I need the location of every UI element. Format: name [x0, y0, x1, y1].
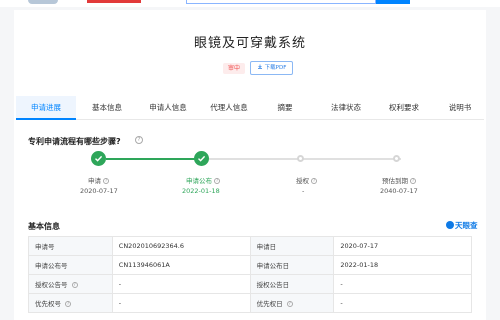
field-label-text: 优先权号: [35, 300, 61, 308]
step-label: 申请公布?: [186, 175, 220, 185]
step-grant-marker: [297, 155, 304, 162]
help-icon[interactable]: ?: [65, 301, 72, 307]
step-apply-check-icon: [91, 151, 106, 166]
step-name: 申请公布: [186, 177, 212, 185]
step-date: 2020-07-17: [80, 187, 118, 195]
top-navigation-bar: [0, 0, 500, 7]
field-label: 申请号: [28, 236, 113, 256]
field-label-text: 授权公告号: [35, 281, 68, 289]
step-label: 预估到期?: [382, 175, 416, 185]
search-button[interactable]: [376, 0, 410, 4]
help-icon[interactable]: ?: [410, 178, 416, 184]
step-expiry-marker: [393, 155, 400, 162]
field-value: -: [333, 274, 472, 294]
field-value: -: [333, 293, 472, 313]
field-label: 申请公布号: [28, 255, 113, 275]
table-row: 申请公布号 CN113946061A 申请公布日 2022-01-18: [28, 255, 472, 275]
field-label: 申请公布日: [249, 255, 335, 275]
field-value: -: [111, 293, 251, 313]
help-icon[interactable]: ?: [103, 178, 109, 184]
field-value: CN113946061A: [111, 255, 251, 275]
help-icon[interactable]: ?: [71, 282, 78, 288]
search-input[interactable]: [186, 0, 376, 4]
table-row: 授权公告号 ? - 授权公告日 -: [28, 274, 472, 294]
table-row: 优先权号 ? - 优先权日 ? -: [28, 293, 472, 313]
field-label: 申请日: [249, 236, 335, 256]
step-date: 2040-07-17: [380, 187, 418, 195]
step-name: 申请: [88, 177, 101, 185]
field-value: -: [111, 274, 251, 294]
step-name: 授权: [296, 177, 309, 185]
brand-logo[interactable]: 天眼查: [446, 220, 478, 231]
step-label: 申请?: [88, 175, 109, 185]
promo-banner-edge[interactable]: [87, 0, 141, 3]
progress-line-complete: [106, 158, 202, 160]
progress-line-pending: [209, 158, 401, 160]
help-icon[interactable]: ?: [311, 178, 317, 184]
help-icon[interactable]: ?: [214, 178, 220, 184]
help-icon[interactable]: ?: [286, 301, 293, 307]
field-value: 2022-01-18: [333, 255, 472, 275]
tianyancha-logo-icon: [446, 221, 454, 229]
basic-info-table: 申请号 CN202010692364.6 申请日 2020-07-17 申请公布…: [28, 236, 472, 313]
basic-info-section-title: 基本信息: [28, 222, 60, 231]
table-row: 申请号 CN202010692364.6 申请日 2020-07-17: [28, 236, 472, 256]
field-label: 授权公告日: [249, 274, 335, 294]
step-name: 预估到期: [382, 177, 408, 185]
step-date: -: [302, 187, 305, 195]
field-value: 2020-07-17: [333, 236, 472, 256]
brand-name: 天眼查: [455, 221, 478, 230]
field-value: CN202010692364.6: [111, 236, 251, 256]
step-date: 2022-01-18: [182, 187, 220, 195]
patent-detail-card: 眼镜及可穿戴系统 审中 下载PDF 申请进展 基本信息 申请人信息 代理人信息 …: [14, 10, 486, 320]
step-label: 授权?: [296, 175, 317, 185]
application-progress-tracker: 申请? 2020-07-17 申请公布? 2022-01-18 授权? - 预估…: [14, 10, 486, 220]
site-logo[interactable]: [28, 0, 58, 4]
field-label: 优先权号 ?: [28, 293, 113, 313]
field-label: 优先权日 ?: [249, 293, 335, 313]
field-label: 授权公告号 ?: [28, 274, 113, 294]
step-publication-check-icon: [194, 151, 209, 166]
field-label-text: 优先权日: [256, 300, 283, 308]
